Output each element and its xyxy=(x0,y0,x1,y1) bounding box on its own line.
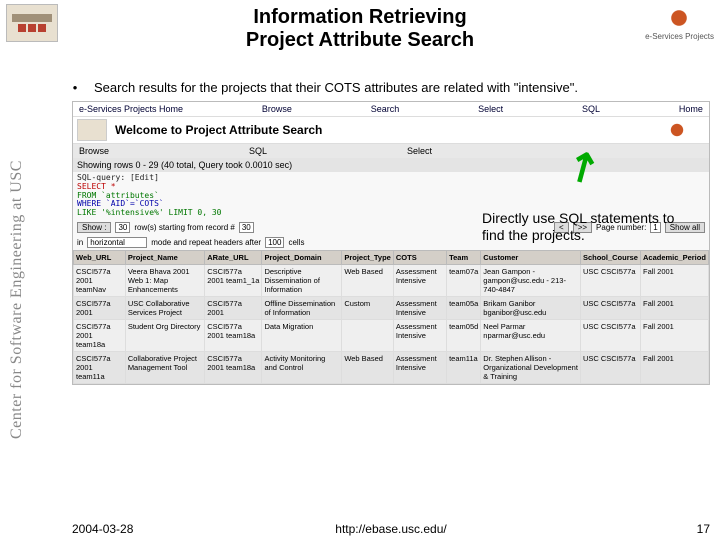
col-header: ARate_URL xyxy=(205,250,262,264)
welcome-title: Welcome to Project Attribute Search xyxy=(115,123,657,137)
col-header: Project_Type xyxy=(342,250,394,264)
show-count-input[interactable]: 30 xyxy=(115,222,130,233)
app-subnav: Browse SQL Select xyxy=(73,144,709,158)
col-header: School_Course xyxy=(580,250,640,264)
vertical-org-label: Center for Software Engineering at USC xyxy=(4,80,30,520)
footer-url: http://ebase.usc.edu/ xyxy=(335,522,446,536)
nav-search[interactable]: Search xyxy=(371,104,400,114)
nav-home[interactable]: e-Services Projects Home xyxy=(79,104,183,114)
welcome-logo-icon xyxy=(77,119,107,141)
eservices-logo: e-Services Projects xyxy=(645,6,714,41)
bullet-text: •Search results for the projects that th… xyxy=(72,80,710,95)
subnav-browse[interactable]: Browse xyxy=(79,146,109,156)
footer-page: 17 xyxy=(697,522,710,536)
col-header: Customer xyxy=(481,250,581,264)
table-row: CSCI577a 2001 team18aStudent Org Directo… xyxy=(74,319,709,351)
nav-sql[interactable]: SQL xyxy=(582,104,600,114)
show-button[interactable]: Show : xyxy=(77,222,111,233)
col-header: Project_Name xyxy=(125,250,204,264)
app-topnav: e-Services Projects Home Browse Search S… xyxy=(73,102,709,116)
col-header: Web_URL xyxy=(74,250,126,264)
slide-title-line2: Project Attribute Search xyxy=(0,29,720,52)
table-row: CSCI577a 2001 teamNavVeera Bhava 2001 We… xyxy=(74,264,709,296)
subnav-sql[interactable]: SQL xyxy=(249,146,267,156)
nav-browse[interactable]: Browse xyxy=(262,104,292,114)
col-header: COTS xyxy=(393,250,446,264)
col-header: Project_Domain xyxy=(262,250,342,264)
table-row: CSCI577a 2001 team11aCollaborative Proje… xyxy=(74,351,709,383)
subnav-select[interactable]: Select xyxy=(407,146,432,156)
usc-csc-logo xyxy=(6,4,58,42)
table-row: CSCI577a 2001USC Collaborative Services … xyxy=(74,296,709,319)
start-record-input[interactable]: 30 xyxy=(239,222,254,233)
nav-select[interactable]: Select xyxy=(478,104,503,114)
repeat-cells-input[interactable]: 100 xyxy=(265,237,284,248)
callout-note: Directly use SQL statements to find the … xyxy=(482,210,692,244)
nav-home2[interactable]: Home xyxy=(679,104,703,114)
eservices-small-icon xyxy=(665,121,705,139)
col-header: Academic_Period xyxy=(640,250,708,264)
footer-date: 2004-03-28 xyxy=(72,522,133,536)
slide-title-line1: Information Retrieving xyxy=(0,6,720,29)
col-header: Team xyxy=(447,250,481,264)
rows-info: Showing rows 0 - 29 (40 total, Query too… xyxy=(73,158,709,172)
mode-select[interactable]: horizontal xyxy=(87,237,147,248)
results-table: Web_URLProject_NameARate_URLProject_Doma… xyxy=(73,250,709,384)
